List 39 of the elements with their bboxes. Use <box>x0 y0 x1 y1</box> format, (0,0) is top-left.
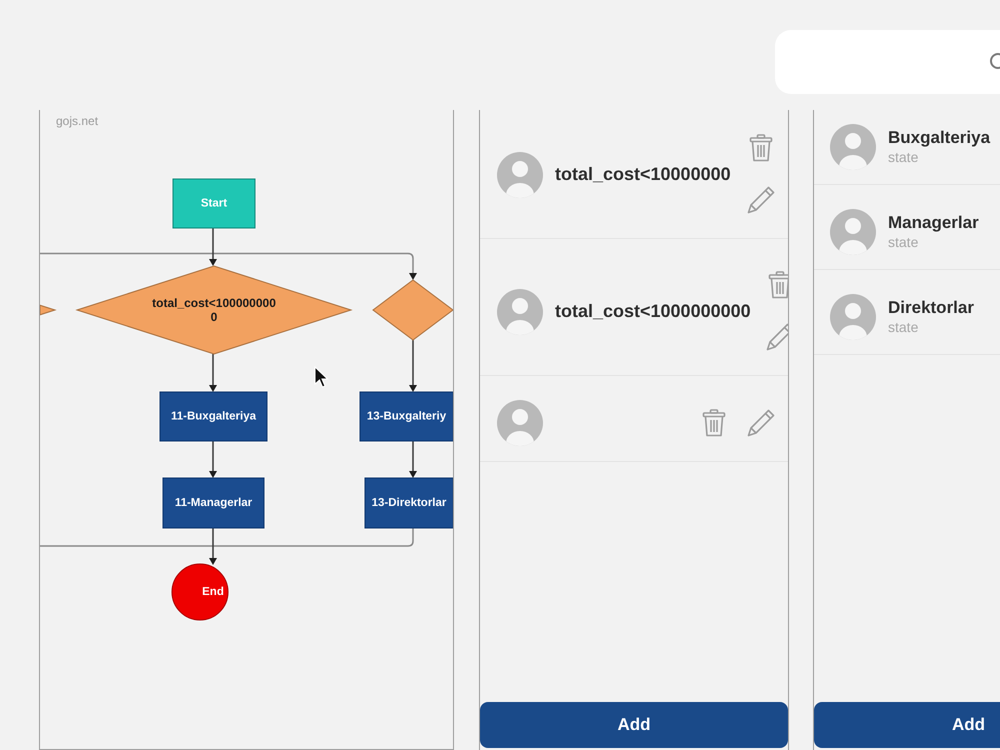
start-node: Start <box>172 178 256 228</box>
end-node: End <box>172 564 228 620</box>
item-subtitle: state <box>888 148 920 166</box>
user-avatar-icon <box>830 294 876 340</box>
connector-arrow <box>409 340 417 392</box>
item-title: Managerlar <box>888 212 979 232</box>
item-subtitle: state <box>888 232 920 250</box>
item-title: Buxgalteriya <box>888 128 990 148</box>
process-node: 11-Buxgalteriya <box>160 392 268 442</box>
user-avatar-icon <box>497 288 543 334</box>
process-node: 13-Buxgalteriy <box>360 392 453 442</box>
trash-icon[interactable] <box>702 409 726 437</box>
item-subtitle: state <box>888 318 920 336</box>
process-node: 11-Managerlar <box>162 478 264 528</box>
item-title: total_cost<10000000 <box>555 163 731 186</box>
process-node: 13-Direktorlar <box>364 478 453 528</box>
connector-arrow <box>209 528 217 565</box>
pencil-icon[interactable] <box>764 322 788 352</box>
user-avatar-icon <box>830 124 876 170</box>
pencil-icon[interactable] <box>746 185 776 215</box>
search-field[interactable] <box>775 30 1000 94</box>
user-avatar-icon <box>497 152 543 198</box>
item-title: Direktorlar <box>888 298 974 318</box>
pencil-icon[interactable] <box>746 408 776 438</box>
add-button[interactable]: Add <box>480 702 788 748</box>
search-icon[interactable] <box>989 52 1000 72</box>
user-avatar-icon <box>830 208 876 254</box>
decision-node <box>40 304 57 316</box>
connector-arrow <box>409 441 417 478</box>
user-avatar-icon <box>497 400 543 446</box>
trash-icon[interactable] <box>749 134 773 162</box>
decision-node: total_cost<1000000000 <box>75 265 353 355</box>
add-button[interactable]: Add <box>814 702 1000 748</box>
cursor-icon <box>314 366 329 388</box>
connector-arrow <box>209 441 217 478</box>
site-credit-text: gojs.net <box>56 114 98 128</box>
connector-arrow <box>209 354 217 392</box>
item-title: total_cost<1000000000 <box>555 300 751 323</box>
trash-icon[interactable] <box>768 271 788 299</box>
